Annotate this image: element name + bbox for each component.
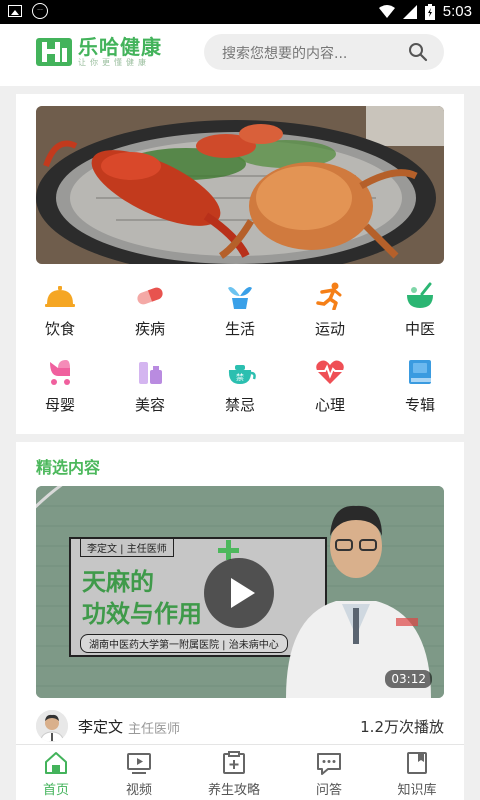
play-button-icon[interactable] xyxy=(204,558,274,628)
bookmark-book-icon xyxy=(407,752,427,774)
category-label: 美容 xyxy=(134,396,165,414)
chat-bubble-icon xyxy=(317,753,341,775)
tab-label: 首页 xyxy=(42,783,69,798)
category-label: 饮食 xyxy=(44,320,75,338)
featured-card: 精选内容 李定文 | 主任医师 天麻的 功效与作用 湖南中医药大学第一附属医院 … xyxy=(16,442,464,752)
search-icon[interactable] xyxy=(408,42,428,62)
video-title-line1: 天麻的 xyxy=(82,568,154,596)
tab-qa[interactable]: 问答 xyxy=(294,751,364,798)
category-sport[interactable]: 运动 xyxy=(300,282,360,339)
category-mother-baby[interactable]: 母婴 xyxy=(30,358,90,415)
teapot-icon: 禁 xyxy=(228,365,256,384)
video-icon xyxy=(127,753,151,774)
category-life[interactable]: 生活 xyxy=(210,282,270,339)
search-input[interactable]: 搜索您想要的内容... xyxy=(222,43,347,63)
category-taboo[interactable]: 禁 禁忌 xyxy=(210,358,270,415)
video-title-line2: 功效与作用 xyxy=(82,600,202,628)
status-bar: ··· 5:03 xyxy=(0,0,480,24)
running-person-icon xyxy=(316,282,342,310)
tab-label: 问答 xyxy=(315,783,342,798)
wifi-icon xyxy=(378,4,395,18)
category-tcm[interactable]: 中医 xyxy=(390,282,450,339)
tab-health-guide[interactable]: 养生攻略 xyxy=(199,751,269,798)
plant-pot-icon xyxy=(228,287,252,309)
category-label: 禁忌 xyxy=(224,396,255,414)
section-title: 精选内容 xyxy=(36,458,101,477)
top-card: 饮食 疾病 生活 运动 中医 母婴 美容 禁 禁忌 心理 专辑 xyxy=(16,94,464,434)
image-notification-icon xyxy=(8,5,22,17)
category-label: 母婴 xyxy=(44,396,75,414)
tab-label: 知识库 xyxy=(397,783,437,798)
featured-video[interactable]: 李定文 | 主任医师 天麻的 功效与作用 湖南中医药大学第一附属医院 | 治未病… xyxy=(36,486,444,698)
video-hospital: 湖南中医药大学第一附属医院 | 治未病中心 xyxy=(80,634,288,653)
pill-icon xyxy=(137,287,163,305)
album-book-icon xyxy=(409,360,431,384)
food-cloche-icon xyxy=(45,286,75,307)
video-duration: 03:12 xyxy=(385,670,432,688)
clock-time: 5:03 xyxy=(442,3,472,20)
search-bar[interactable]: 搜索您想要的内容... xyxy=(204,34,444,70)
svg-text:禁: 禁 xyxy=(236,373,244,382)
tab-label: 视频 xyxy=(125,783,152,798)
signal-icon xyxy=(402,4,417,19)
category-label: 专辑 xyxy=(404,396,435,414)
home-icon xyxy=(45,752,67,774)
tab-label: 养生攻略 xyxy=(207,783,260,798)
category-label: 运动 xyxy=(314,320,345,338)
herbal-bowl-icon xyxy=(407,282,433,308)
health-guide-icon xyxy=(223,751,245,774)
category-beauty[interactable]: 美容 xyxy=(120,358,180,415)
tab-home[interactable]: 首页 xyxy=(21,751,91,798)
category-label: 疾病 xyxy=(134,320,165,338)
category-disease[interactable]: 疾病 xyxy=(120,282,180,339)
category-label: 生活 xyxy=(224,320,255,338)
seafood-photo xyxy=(36,106,444,264)
video-tag: 李定文 | 主任医师 xyxy=(80,538,174,557)
author-name: 李定文 xyxy=(78,718,124,736)
banner-image[interactable] xyxy=(36,106,444,264)
category-psychology[interactable]: 心理 xyxy=(300,358,360,415)
category-album[interactable]: 专辑 xyxy=(390,358,450,415)
logo-title: 乐哈健康 xyxy=(78,35,162,59)
cosmetics-icon xyxy=(139,362,162,384)
tab-video[interactable]: 视频 xyxy=(104,751,174,798)
app-header: 乐哈健康 让你更懂健康 搜索您想要的内容... xyxy=(0,24,480,86)
category-label: 心理 xyxy=(314,396,345,414)
play-count: 1.2万次播放 xyxy=(360,718,444,736)
category-food[interactable]: 饮食 xyxy=(30,282,90,339)
logo-subtitle: 让你更懂健康 xyxy=(78,58,150,67)
baby-stroller-icon xyxy=(50,360,70,385)
logo-mark-icon xyxy=(36,38,72,66)
author-row[interactable]: 李定文 主任医师 1.2万次播放 xyxy=(36,710,444,744)
app-logo: 乐哈健康 让你更懂健康 xyxy=(36,36,162,68)
bottom-tab-bar: 首页 视频 养生攻略 问答 知识库 xyxy=(16,744,464,800)
sync-notification-icon: ··· xyxy=(32,3,48,19)
doctor-avatar-icon xyxy=(36,710,68,742)
category-label: 中医 xyxy=(404,320,435,338)
heartbeat-icon xyxy=(316,360,344,384)
author-title: 主任医师 xyxy=(128,722,181,737)
battery-icon xyxy=(424,3,435,20)
tab-knowledge-base[interactable]: 知识库 xyxy=(382,751,452,798)
avatar[interactable] xyxy=(36,710,68,742)
